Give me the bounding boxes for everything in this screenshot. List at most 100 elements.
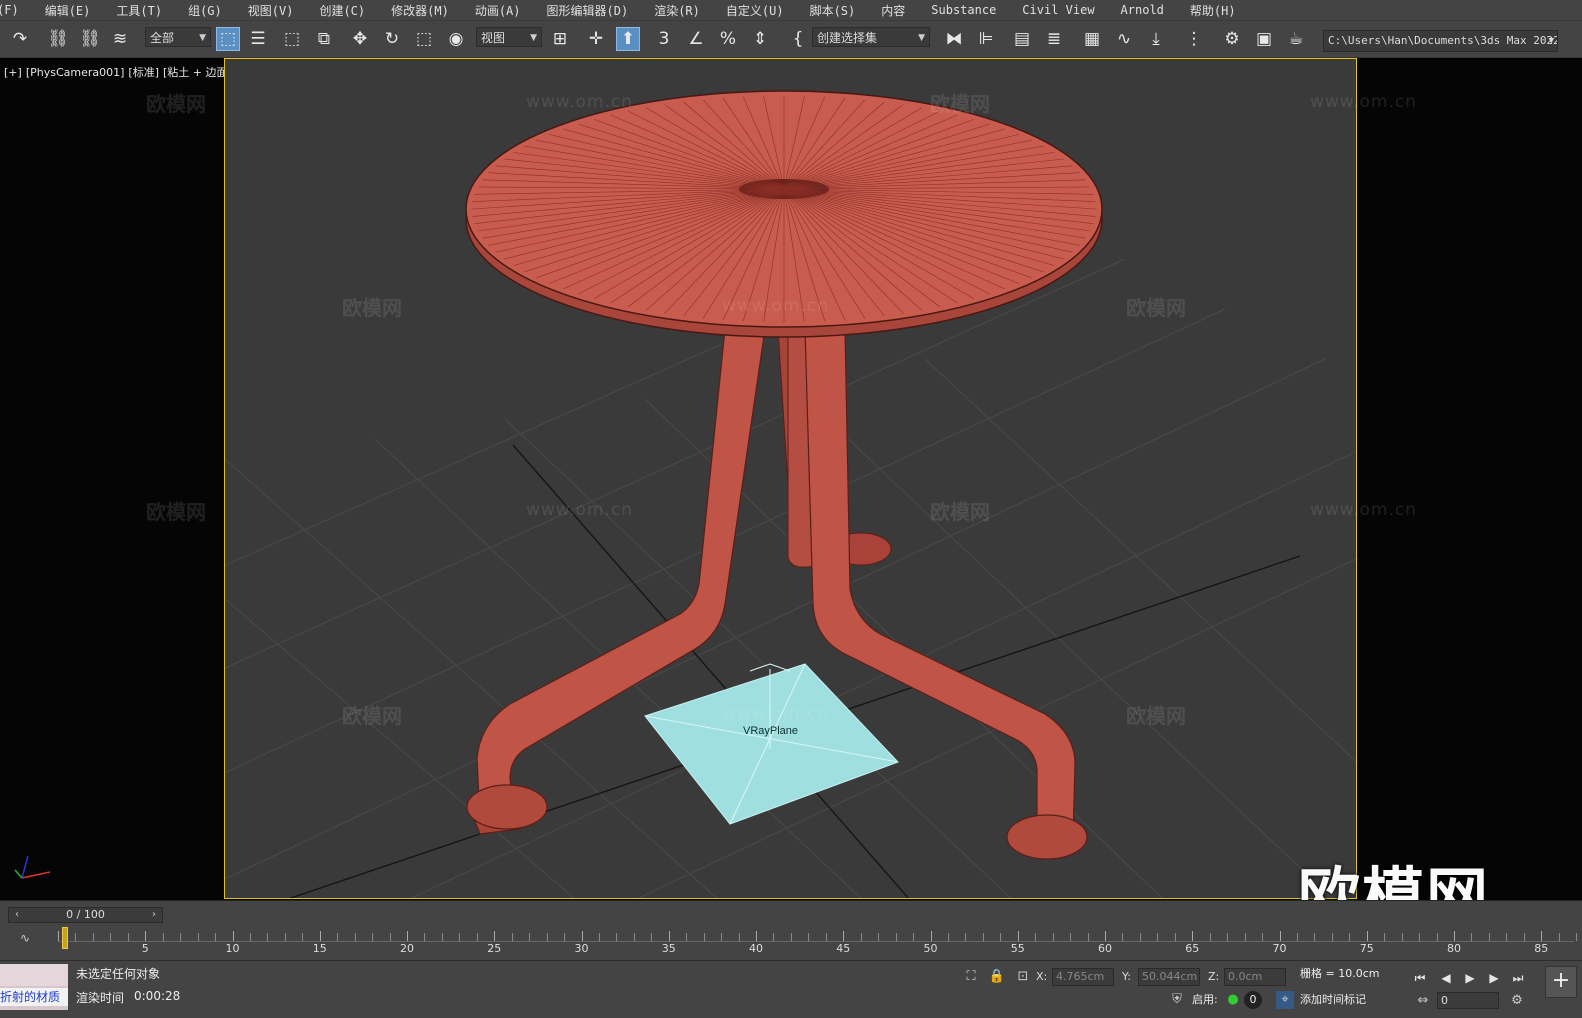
x-coord-field[interactable]: 4.765cm bbox=[1052, 968, 1114, 986]
menu-item[interactable]: 自定义(U) bbox=[713, 2, 797, 19]
chevron-left-icon[interactable]: ‹ bbox=[10, 908, 24, 922]
previous-frame-icon[interactable]: ◀ bbox=[1436, 969, 1456, 987]
menu-item[interactable]: Arnold bbox=[1108, 3, 1177, 17]
spinner-snap-icon[interactable]: ⇕ bbox=[748, 27, 772, 51]
rotate-icon[interactable]: ↻ bbox=[380, 27, 404, 51]
ref-coord-dropdown[interactable]: 视图 ▼ bbox=[476, 27, 542, 47]
menu-item[interactable]: 视图(V) bbox=[235, 2, 307, 19]
isolate-selection-icon[interactable]: ⛶ bbox=[962, 968, 980, 986]
selection-filter-dropdown[interactable]: 全部 ▼ bbox=[145, 27, 211, 47]
named-selection-dropdown[interactable]: 创建选择集 ▼ bbox=[812, 27, 930, 47]
viewport-display-mode-label[interactable]: [粘土 + 边面] bbox=[163, 66, 232, 79]
select-object-icon[interactable]: ⬚ bbox=[216, 27, 240, 51]
project-path-field[interactable]: C:\Users\Han\Documents\3ds Max 2022 ▼ bbox=[1323, 30, 1558, 52]
window-crossing-icon[interactable]: ⧉ bbox=[312, 27, 336, 51]
angle-snap-icon[interactable]: ∠ bbox=[684, 27, 708, 51]
transform-mode-icon[interactable]: ⊡ bbox=[1014, 968, 1032, 986]
play-icon[interactable]: ▶ bbox=[1460, 969, 1480, 987]
select-by-name-icon[interactable]: ☰ bbox=[246, 27, 270, 51]
curve-editor-icon[interactable]: ∿ bbox=[1112, 27, 1136, 51]
viewport-shading-label[interactable]: [标准] bbox=[128, 66, 159, 79]
current-frame-field[interactable]: 0 bbox=[1437, 992, 1499, 1009]
menu-item[interactable]: 创建(C) bbox=[306, 2, 378, 19]
move-icon[interactable]: ✥ bbox=[348, 27, 372, 51]
menu-item[interactable]: Civil View bbox=[1009, 3, 1107, 17]
keyboard-shortcut-icon[interactable]: ✛ bbox=[584, 27, 608, 51]
maxscript-output[interactable] bbox=[0, 964, 68, 986]
menu-item[interactable]: (F) bbox=[0, 3, 32, 17]
timeline-tick bbox=[1541, 931, 1543, 941]
timeline-tick bbox=[1558, 933, 1560, 941]
viewport-menu-plus[interactable]: [+] bbox=[4, 66, 22, 79]
placement-icon[interactable]: ◉ bbox=[444, 27, 468, 51]
key-mode-icon[interactable]: ⇔ bbox=[1414, 992, 1432, 1010]
timeline-track[interactable]: 5 10 15 20 25 30 35 40 45 50 55 60 65 70 75 80 85 bbox=[58, 931, 1578, 955]
percent-snap-icon[interactable]: % bbox=[716, 27, 740, 51]
z-coord-field[interactable]: 0.0cm bbox=[1224, 968, 1286, 986]
menu-item[interactable]: 动画(A) bbox=[462, 2, 534, 19]
schematic-view-icon[interactable]: ⋮ bbox=[1182, 27, 1206, 51]
chevron-down-icon: ▼ bbox=[918, 33, 925, 43]
axis-gizmo-icon bbox=[14, 855, 51, 879]
playhead[interactable] bbox=[62, 927, 68, 949]
go-to-start-icon[interactable]: ⏮ bbox=[1410, 969, 1430, 987]
mini-curve-editor-icon[interactable]: ∿ bbox=[20, 931, 38, 947]
timeline-tick bbox=[302, 933, 304, 941]
enable-count-badge[interactable]: 0 bbox=[1244, 991, 1262, 1009]
time-slider[interactable]: ‹ 0 / 100 › bbox=[8, 907, 163, 923]
align-icon[interactable]: ⊫ bbox=[974, 27, 998, 51]
link-icon[interactable]: ⛓ bbox=[46, 27, 70, 51]
timeline-tick bbox=[1174, 933, 1176, 941]
scale-icon[interactable]: ⬚ bbox=[412, 27, 436, 51]
unlink-icon[interactable]: ⛓ bbox=[78, 27, 102, 51]
menu-item[interactable]: 编辑(E) bbox=[32, 2, 104, 19]
time-config-icon[interactable]: ⚙ bbox=[1508, 992, 1526, 1010]
dope-sheet-icon[interactable]: ⤓ bbox=[1144, 27, 1168, 51]
timeline-tick bbox=[808, 933, 810, 941]
y-coord-field[interactable]: 50.044cm bbox=[1138, 968, 1200, 986]
viewport-camera-label[interactable]: [PhysCamera001] bbox=[26, 66, 125, 79]
pivot-icon[interactable]: ⊞ bbox=[548, 27, 572, 51]
select-manipulate-icon[interactable]: ⬆ bbox=[616, 27, 640, 51]
timeline-tick bbox=[337, 933, 339, 941]
menu-item[interactable]: Substance bbox=[918, 3, 1009, 17]
menu-item[interactable]: 组(G) bbox=[175, 2, 235, 19]
menu-item[interactable]: 帮助(H) bbox=[1177, 2, 1249, 19]
rendered-frame-icon[interactable]: ▣ bbox=[1252, 27, 1276, 51]
render-setup-icon[interactable]: ⚙ bbox=[1220, 27, 1244, 51]
scene-explorer-icon[interactable]: ▤ bbox=[1010, 27, 1034, 51]
add-time-tag-label[interactable]: 添加时间标记 bbox=[1300, 991, 1366, 1007]
time-tag-icon[interactable]: ⌖ bbox=[1276, 991, 1294, 1009]
rect-region-icon[interactable]: ⬚ bbox=[280, 27, 304, 51]
menu-item[interactable]: 渲染(R) bbox=[641, 2, 713, 19]
redo-icon[interactable]: ↷ bbox=[8, 27, 32, 51]
timeline-tick bbox=[476, 933, 478, 941]
go-to-end-icon[interactable]: ⏭ bbox=[1508, 969, 1528, 987]
layer-explorer-icon[interactable]: ≣ bbox=[1042, 27, 1066, 51]
menu-item[interactable]: 修改器(M) bbox=[378, 2, 462, 19]
menu-item[interactable]: 内容 bbox=[868, 2, 918, 19]
timeline-tick-label: 35 bbox=[661, 942, 676, 955]
mirror-icon[interactable]: ⧓ bbox=[942, 27, 966, 51]
chevron-right-icon[interactable]: › bbox=[147, 908, 161, 922]
perspective-viewport[interactable]: VRayPlane bbox=[224, 58, 1357, 899]
render-time-label: 渲染时间 bbox=[76, 991, 125, 1005]
menu-item[interactable]: 工具(T) bbox=[103, 2, 175, 19]
timeline-tick bbox=[441, 933, 443, 941]
maxscript-text[interactable]: 折射的材质 bbox=[0, 988, 68, 1006]
lock-icon[interactable]: 🔒 bbox=[988, 968, 1006, 986]
edit-named-sets-icon[interactable]: { bbox=[786, 27, 810, 51]
timeline-tick bbox=[738, 933, 740, 941]
menu-item[interactable]: 图形编辑器(D) bbox=[534, 2, 642, 19]
next-frame-icon[interactable]: ▶ bbox=[1484, 969, 1504, 987]
maxscript-listener[interactable]: 折射的材质 bbox=[0, 964, 68, 1010]
bind-spacewarp-icon[interactable]: ≋ bbox=[108, 27, 132, 51]
render-icon[interactable]: ☕ bbox=[1284, 27, 1308, 51]
menu-item[interactable]: 脚本(S) bbox=[797, 2, 869, 19]
ribbon-icon[interactable]: ▦ bbox=[1080, 27, 1104, 51]
shield-icon[interactable]: ⛨ bbox=[1168, 991, 1186, 1009]
viewport-label[interactable]: [+] [PhysCamera001] [标准] [粘土 + 边面] bbox=[4, 64, 236, 80]
snap-3d-icon[interactable]: 3 bbox=[652, 27, 676, 51]
add-plus-icon[interactable]: + bbox=[1545, 966, 1577, 998]
timeline-tick-label: 45 bbox=[836, 942, 851, 955]
